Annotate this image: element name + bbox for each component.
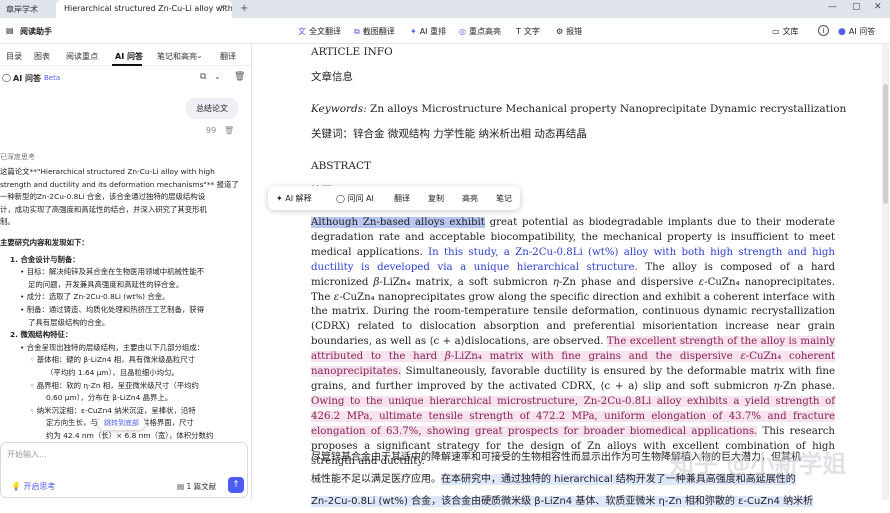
maximize-button[interactable]: ▢ — [852, 2, 861, 12]
popup-highlight[interactable]: 高亮 — [462, 193, 478, 204]
answer-line: strength and ductility and its deformati… — [0, 179, 239, 189]
selection-popup-menu: ✦ AI 解释 ◯ 问问 AI 翻译 复制 高亮 笔记 — [268, 186, 520, 210]
app-title: 阅读助手 — [20, 27, 52, 36]
deep-think-toggle[interactable]: 💡 开启思考 — [11, 481, 56, 492]
answer-line: • 制备：通过铸造、均质化处理和热挤压工艺制备，获得 — [20, 304, 205, 314]
sparkle-icon: ✦ — [276, 194, 286, 203]
library-button[interactable]: ▭ 文库 — [772, 26, 799, 37]
new-tab-button[interactable]: + — [240, 3, 248, 14]
tab-home[interactable]: 章岸学术 — [6, 4, 38, 15]
answer-line: 0.60 μm），分布在 β-LiZn4 晶界上。 — [46, 393, 173, 403]
trash-icon[interactable]: 🗑 — [234, 72, 245, 82]
chevron-down-icon[interactable]: ⌄ — [196, 51, 203, 60]
text-button[interactable]: T 文字 — [516, 26, 540, 37]
tab-ai-qa[interactable]: AI 问答 — [115, 51, 143, 62]
deep-thought-label[interactable]: 已深度思考 — [0, 152, 35, 162]
tab-notes-highlights[interactable]: 笔记和高亮 — [157, 51, 197, 62]
info-icon[interactable]: i — [818, 25, 829, 36]
close-window-button[interactable]: ✕ — [874, 2, 882, 12]
browser-tab-bar: 章岸学术 Hierarchical structured Zn-Cu-Li al… — [0, 0, 890, 18]
zh-line: Zn-2Cu-0.8Li (wt%) 合金，该合金由硬质微米级 β-LiZn4 … — [311, 496, 814, 507]
sidebar-toggle-icon[interactable]: ▤ — [6, 26, 14, 35]
screenshot-translate-button[interactable]: ⧉ 截图翻译 — [354, 26, 395, 37]
scrollbar-thumb[interactable] — [883, 84, 888, 204]
error-icon: ⚙ — [556, 27, 564, 36]
answer-line: 了具有层级结构的合金。 — [28, 317, 110, 327]
chevron-down-icon[interactable]: ⌄ — [214, 72, 221, 81]
answer-line: （平均约 1.64 μm），且晶粒细小均匀。 — [46, 367, 179, 377]
answer-section: 2. 微观结构特征： — [10, 330, 73, 340]
tab-document[interactable]: Hierarchical structured Zn-Cu-Li alloy w… — [56, 0, 232, 18]
answer-line: 这篇论文**"Hierarchical structured Zn-Cu-Li … — [0, 167, 215, 176]
delete-message-icon[interactable]: 🗑 — [224, 126, 234, 135]
article-info-heading: ARTICLE INFO — [311, 46, 393, 58]
tab-translate[interactable]: 翻译 — [220, 51, 236, 62]
translate-icon: 文 — [298, 27, 306, 36]
sparkle-icon: ✦ — [410, 27, 417, 36]
ai-dot-icon: ● — [838, 27, 846, 37]
bulb-icon: 💡 — [11, 482, 24, 491]
watermark: 知乎 @小新学姐 — [670, 450, 847, 478]
document-scrollbar[interactable] — [882, 44, 889, 500]
answer-line: • 合金呈现出独特的层级结构，主要由以下几部分组成： — [20, 342, 205, 352]
answer-section: 1. 合金设计与制备： — [10, 254, 80, 264]
abstract-paragraph[interactable]: Although Zn-based alloys exhibit great p… — [311, 216, 835, 469]
popup-note[interactable]: 笔记 — [496, 193, 512, 204]
answer-line: 计，成功实现了高强度和高延性的结合，并深入研究了其变形机 — [0, 204, 207, 214]
tab-document-title: Hierarchical structured Zn-Cu-Li alloy w… — [64, 4, 232, 13]
jump-to-bottom-button[interactable]: 跳转到底部 — [98, 416, 145, 430]
answer-line: 约为 42.4 nm（长）× 6.8 nm（宽），体积分数约 — [46, 430, 214, 440]
abstract-heading: ABSTRACT — [311, 160, 372, 172]
reader-toolbar: ▤ 阅读助手 文全文翻译 ⧉ 截图翻译 ✦ AI 重排 ◎ 重点高亮 T 文字 ⚙ 报错 … — [0, 18, 890, 44]
ai-circle-icon: ◯ — [2, 73, 11, 82]
popup-ai-explain[interactable]: ✦ AI 解释 — [276, 193, 312, 204]
popup-translate[interactable]: 翻译 — [394, 193, 410, 204]
answer-line: 足的问题，开发兼具高强度和高延性的锌合金。 — [28, 279, 184, 289]
chat-input[interactable]: 开始输入... — [7, 449, 47, 460]
ai-rearrange-button[interactable]: ✦ AI 重排 — [410, 26, 446, 37]
tab-figures[interactable]: 图表 — [34, 51, 50, 62]
report-error-button[interactable]: ⚙ 报错 — [556, 26, 582, 37]
key-highlight-button[interactable]: ◎ 重点高亮 — [459, 26, 501, 37]
keywords-line: Keywords: Zn alloys Microstructure Mecha… — [311, 103, 847, 115]
text-icon: T — [516, 27, 521, 36]
new-chat-icon[interactable]: ⧉ — [200, 72, 206, 82]
close-tab-icon[interactable]: ✕ — [219, 3, 226, 12]
sidebar-tabs: 目录 图表 阅读重点 AI 问答 笔记和高亮 ⌄ 翻译 — [0, 44, 251, 66]
send-button[interactable]: ↑ — [228, 477, 244, 493]
answer-line: ◦ 基体相：硬的 β-LiZn4 相，具有微米级晶粒尺寸 — [30, 355, 196, 365]
answer-line: • 成分：选取了 Zn-2Cu-0.8Li (wt%) 合金。 — [20, 292, 170, 302]
tab-reading-focus[interactable]: 阅读重点 — [66, 51, 98, 62]
keywords-line-zh: 关键词：锌合金 微观结构 力学性能 纳米析出相 动态再结晶 — [311, 128, 587, 140]
popup-ask-ai[interactable]: ◯ 问问 AI — [336, 193, 374, 204]
library-icon: ▭ — [772, 27, 780, 36]
user-message: 总结论文 — [186, 98, 238, 119]
ai-qa-button[interactable]: ● AI 问答 — [838, 26, 875, 37]
ai-qa-header: ◯ AI 问答 Beta ⧉ ⌄ 🗑 — [0, 71, 251, 87]
answer-heading: 主要研究内容和发现如下： — [0, 237, 89, 247]
chat-input-box[interactable]: 开始输入... 💡 开启思考 ▤ 1 篇文献 ↑ — [0, 442, 248, 498]
article-info-heading-zh: 文章信息 — [311, 71, 353, 83]
ai-answer: 这篇论文**"Hierarchical structured Zn-Cu-Li … — [0, 166, 242, 442]
answer-line: • 目标：解决纯锌及其合金在生物医用领域中机械性能不 — [20, 267, 205, 277]
popup-copy[interactable]: 复制 — [428, 193, 444, 204]
tab-toc[interactable]: 目录 — [6, 51, 22, 62]
full-translate-button[interactable]: 文全文翻译 — [298, 26, 341, 37]
answer-line: ◦ 晶界相：软的 η-Zn 相，呈亚微米级尺寸（平均约 — [30, 380, 199, 390]
quote-icon[interactable]: 99 — [206, 126, 216, 135]
crop-icon: ⧉ — [354, 27, 360, 36]
beta-badge: Beta — [44, 74, 61, 82]
answer-line: 制。 — [0, 217, 15, 227]
active-tab-indicator — [112, 64, 142, 66]
bulb-icon: ◎ — [459, 27, 466, 36]
ai-sidebar: 目录 图表 阅读重点 AI 问答 笔记和高亮 ⌄ 翻译 ◯ AI 问答 Beta… — [0, 44, 252, 500]
minimize-button[interactable]: — — [828, 2, 837, 12]
answer-line: 一种新型的Zn-2Cu-0.8Li 合金，该合金通过独特的层级结构设 — [0, 192, 206, 202]
ai-qa-title: AI 问答 — [13, 74, 41, 83]
chat-icon: ◯ — [336, 194, 348, 203]
doc-count-button[interactable]: ▤ 1 篇文献 — [177, 481, 216, 492]
